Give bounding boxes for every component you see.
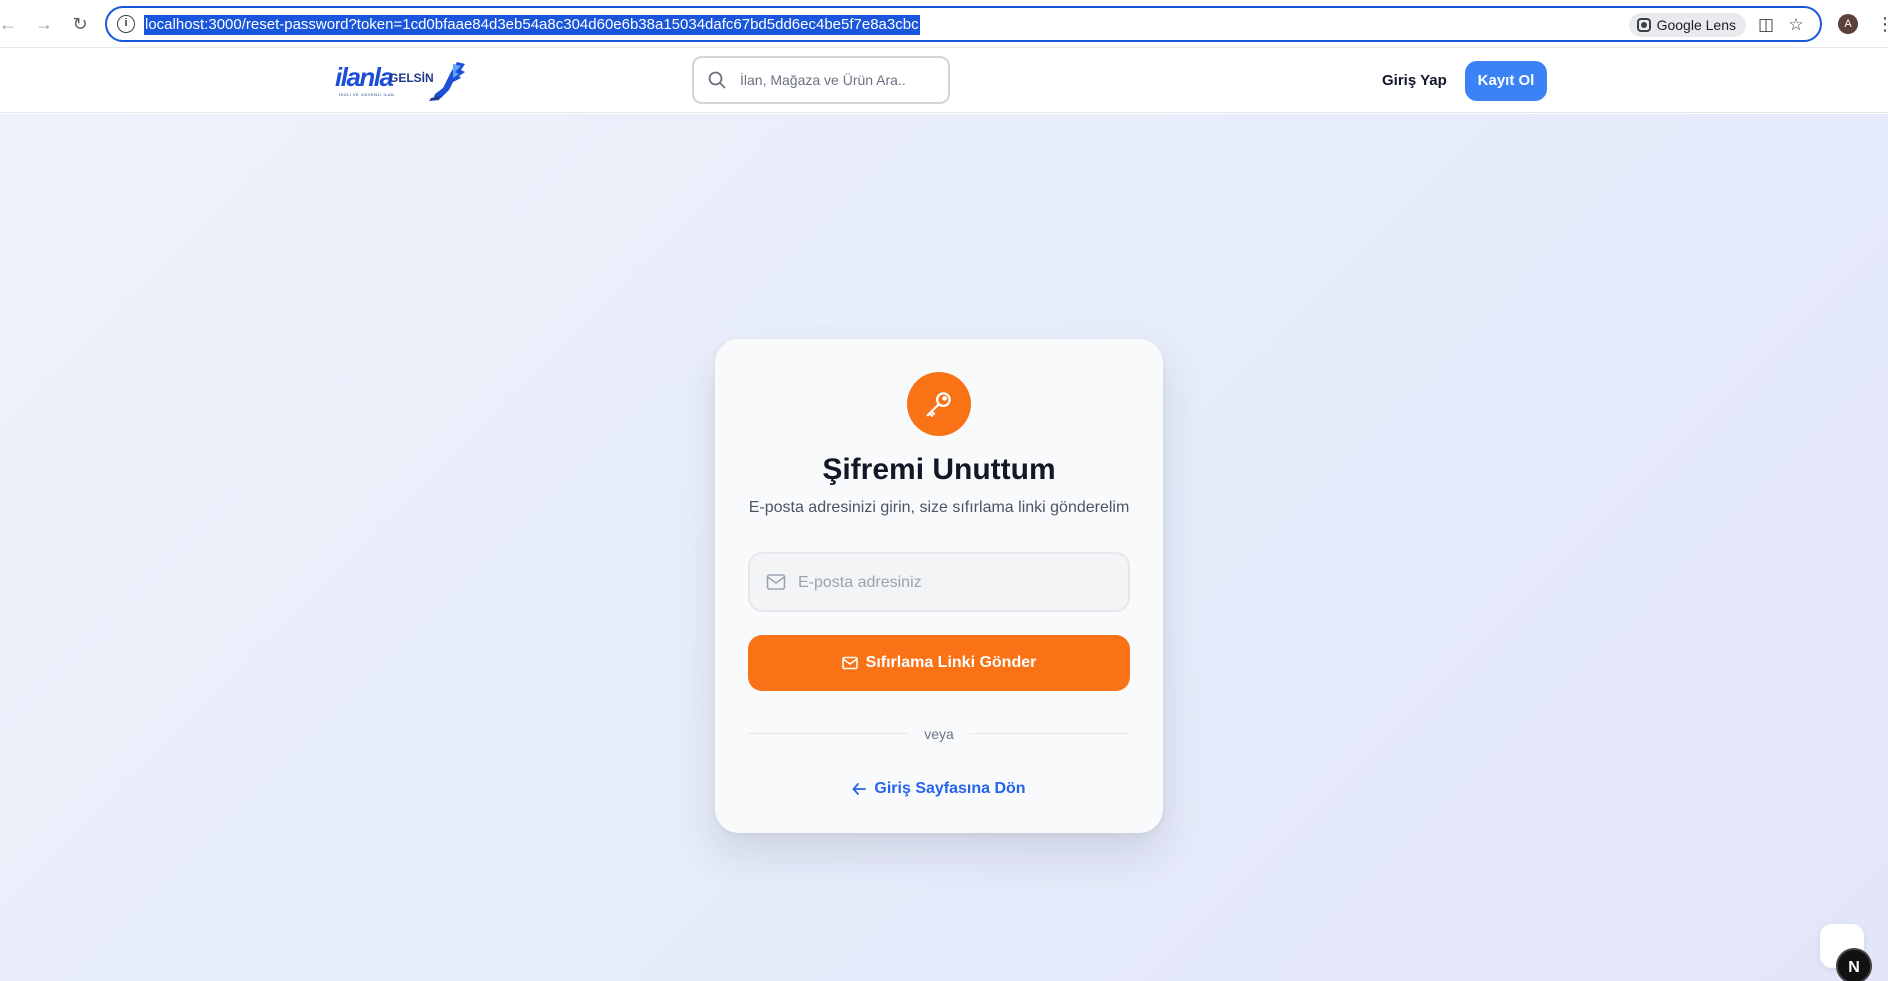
site-info-icon[interactable]: i [117, 15, 135, 33]
back-arrow-icon[interactable]: ← [0, 12, 20, 36]
mail-icon [766, 574, 786, 590]
email-input[interactable] [798, 572, 1108, 594]
search-box[interactable] [692, 56, 950, 104]
address-bar[interactable]: i localhost:3000/reset-password?token=1c… [105, 6, 1822, 42]
divider-line-right [970, 733, 1130, 734]
nextjs-icon[interactable]: N [1836, 948, 1872, 981]
bookmark-star-icon[interactable]: ☆ [1786, 15, 1806, 35]
browser-menu-icon[interactable]: ⋮ [1876, 12, 1888, 36]
back-to-login-link[interactable]: Giriş Sayfasına Dön [715, 780, 1163, 798]
signup-button[interactable]: Kayıt Ol [1465, 61, 1547, 101]
site-header: ilanla GELSİN HIZLI VE GÜVENLİ İLAN Giri… [0, 48, 1888, 113]
or-divider: veya [748, 724, 1130, 744]
profile-avatar[interactable]: A [1838, 14, 1858, 34]
email-field[interactable] [748, 552, 1130, 612]
google-lens-label: Google Lens [1656, 17, 1736, 33]
logo-tagline: HIZLI VE GÜVENLİ İLAN [339, 92, 395, 97]
key-badge [907, 372, 971, 436]
forgot-password-card: Şifremi Unuttum E-posta adresinizi girin… [715, 339, 1163, 833]
winged-shoe-icon [429, 62, 465, 101]
main-content: Şifremi Unuttum E-posta adresinizi girin… [0, 114, 1888, 981]
back-to-login-label: Giriş Sayfasına Dön [874, 780, 1026, 797]
send-reset-link-button[interactable]: Sıfırlama Linki Gönder [748, 635, 1130, 691]
page-title: Şifremi Unuttum [822, 453, 1056, 486]
search-input[interactable] [740, 70, 940, 90]
mail-icon [841, 656, 858, 670]
divider-text: veya [924, 726, 954, 742]
send-reset-link-label: Sıfırlama Linki Gönder [865, 654, 1037, 671]
key-icon [926, 392, 951, 417]
url-text[interactable]: localhost:3000/reset-password?token=1cd0… [144, 15, 920, 35]
site-logo[interactable]: ilanla GELSİN HIZLI VE GÜVENLİ İLAN [335, 60, 465, 102]
logo-primary-text: ilanla [335, 62, 394, 92]
search-icon [708, 71, 726, 89]
page-subtitle: E-posta adresinizi girin, size sıfırlama… [748, 499, 1130, 516]
reload-icon[interactable]: ↻ [68, 12, 92, 36]
lens-icon [1636, 18, 1651, 32]
forward-arrow-icon[interactable]: → [32, 12, 56, 36]
install-app-icon[interactable]: ◫ [1756, 15, 1776, 35]
dev-tools-badge[interactable]: N [1820, 924, 1872, 981]
arrow-left-icon [853, 783, 867, 795]
google-lens-button[interactable]: Google Lens [1628, 13, 1746, 37]
login-link[interactable]: Giriş Yap [1382, 72, 1447, 89]
browser-toolbar: ← → ↻ i localhost:3000/reset-password?to… [0, 0, 1888, 48]
